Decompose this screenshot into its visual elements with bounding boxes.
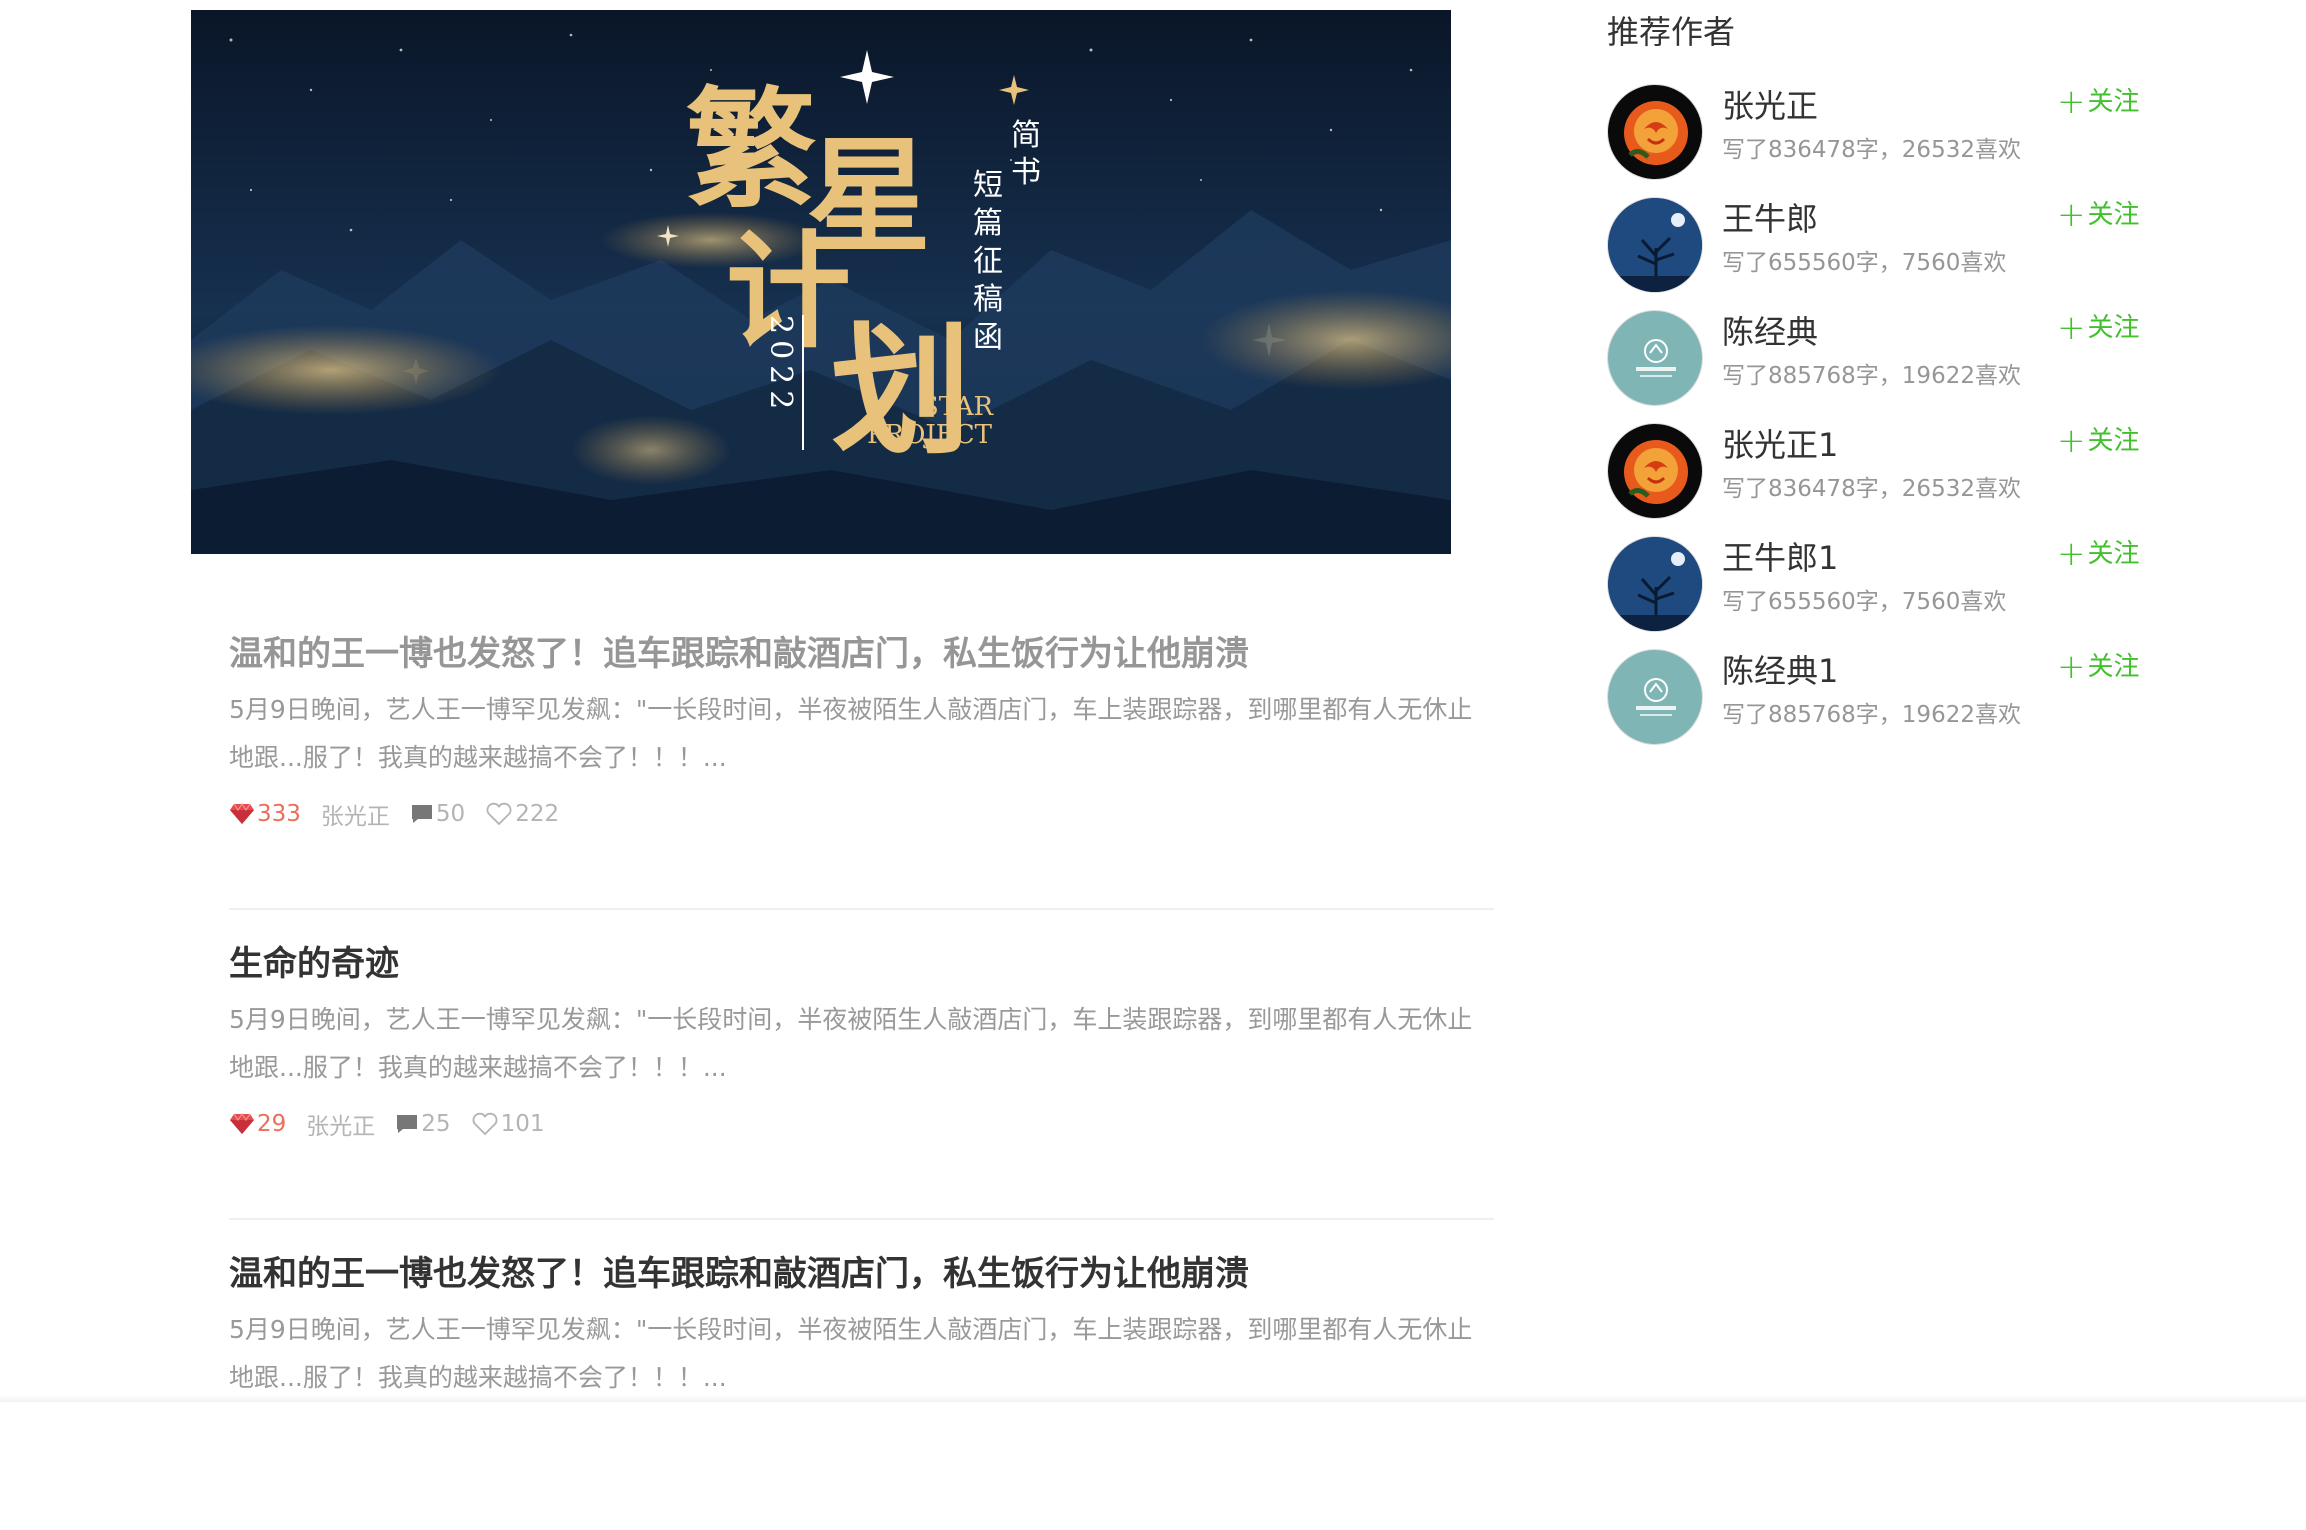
author-stats: 写了655560字，7560喜欢: [1722, 250, 2007, 276]
like-count: 222: [485, 801, 559, 827]
author-name[interactable]: 王牛郎: [1722, 197, 1818, 241]
follow-button[interactable]: + 关注: [2057, 310, 2140, 346]
plus-icon: +: [2057, 647, 2086, 687]
follow-button[interactable]: + 关注: [2057, 197, 2140, 233]
banner-english-2: PROJECT: [867, 420, 993, 450]
follow-button[interactable]: + 关注: [2057, 536, 2140, 572]
article-feed: 温和的王一博也发怒了！追车跟踪和敲酒店门，私生饭行为让他崩溃 5月9日晚间，艺人…: [229, 600, 1494, 1530]
banner-publisher-char-2: 书: [1011, 155, 1041, 190]
main-column: 繁 星 计 划 简 书 短 篇 征 稿 函 2022 STAR PROJECT: [191, 10, 1501, 554]
comment-count[interactable]: 50: [410, 801, 465, 827]
heart-icon: [472, 1112, 498, 1136]
author-stats: 写了836478字，26532喜欢: [1722, 137, 2021, 163]
author-stats: 写了655560字，7560喜欢: [1722, 589, 2007, 615]
comment-count[interactable]: 25: [395, 1111, 451, 1137]
diamond-value: 29: [257, 1111, 287, 1137]
banner-subtitle-char-2: 篇: [973, 206, 1003, 241]
article-abstract: 5月9日晚间，艺人王一博罕见发飙："一长段时间，半夜被陌生人敲酒店门，车上装跟踪…: [229, 1315, 1473, 1392]
avatar[interactable]: [1607, 649, 1703, 745]
author-stats: 写了885768字，19622喜欢: [1722, 702, 2021, 728]
plus-icon: +: [2057, 308, 2086, 348]
banner-subtitle-char-1: 短: [973, 168, 1003, 203]
avatar[interactable]: [1607, 310, 1703, 406]
banner-subtitle-char-4: 稿: [973, 282, 1003, 317]
author-name[interactable]: 陈经典: [1722, 310, 1818, 354]
article-title-link[interactable]: 温和的王一博也发怒了！追车跟踪和敲酒店门，私生饭行为让他崩溃: [229, 630, 1494, 678]
banner-subtitle-char-5: 函: [973, 320, 1003, 355]
follow-label: 关注: [2087, 539, 2140, 569]
plus-icon: +: [2057, 421, 2086, 461]
rose-avatar-icon: [1608, 424, 1702, 518]
article-abstract: 5月9日晚间，艺人王一博罕见发飙："一长段时间，半夜被陌生人敲酒店门，车上装跟踪…: [229, 1005, 1473, 1082]
author-item: 张光正 写了836478字，26532喜欢 + 关注: [1607, 84, 2147, 197]
diamond-icon: [230, 803, 254, 824]
article-title-link[interactable]: 生命的奇迹: [229, 940, 1494, 988]
plus-icon: +: [2057, 195, 2086, 235]
avatar[interactable]: [1607, 197, 1703, 293]
author-link[interactable]: 张光正: [321, 797, 390, 831]
author-item: 王牛郎 写了655560字，7560喜欢 + 关注: [1607, 197, 2147, 310]
author-name[interactable]: 张光正1: [1722, 423, 1838, 467]
diamond-count: 29: [229, 1111, 286, 1137]
comment-value: 50: [435, 801, 466, 827]
article-item: 生命的奇迹 5月9日晚间，艺人王一博罕见发飙："一长段时间，半夜被陌生人敲酒店门…: [229, 910, 1494, 1220]
article-abstract: 5月9日晚间，艺人王一博罕见发飙："一长段时间，半夜被陌生人敲酒店门，车上装跟踪…: [229, 695, 1473, 772]
follow-label: 关注: [2087, 313, 2140, 343]
banner-publisher-char-1: 简: [1011, 118, 1041, 153]
author-stats: 写了885768字，19622喜欢: [1722, 363, 2021, 389]
author-item: 陈经典 写了885768字，19622喜欢 + 关注: [1607, 310, 2147, 423]
like-value: 101: [500, 1111, 545, 1137]
diamond-value: 333: [257, 801, 301, 827]
plus-icon: +: [2057, 82, 2086, 122]
plus-icon: +: [2057, 534, 2086, 574]
author-name[interactable]: 张光正: [1722, 84, 1818, 128]
follow-label: 关注: [2087, 200, 2140, 230]
comment-value: 25: [421, 1111, 451, 1137]
comment-icon: [397, 1115, 418, 1133]
banner-english-1: STAR: [921, 392, 995, 422]
author-item: 陈经典1 写了885768字，19622喜欢 + 关注: [1607, 649, 2147, 762]
bottom-divider: [0, 1395, 2306, 1402]
comment-icon: [411, 805, 432, 823]
author-link[interactable]: 张光正: [306, 1107, 375, 1141]
follow-label: 关注: [2087, 87, 2140, 117]
avatar[interactable]: [1607, 423, 1703, 519]
article-meta: 333 张光正 50 222: [229, 796, 1494, 832]
author-list: 张光正 写了836478字，26532喜欢 + 关注 王牛郎 写了655560字，…: [1607, 84, 2147, 762]
article-item: 温和的王一博也发怒了！追车跟踪和敲酒店门，私生饭行为让他崩溃 5月9日晚间，艺人…: [229, 1220, 1494, 1530]
heart-icon: [486, 802, 512, 826]
avatar[interactable]: [1607, 536, 1703, 632]
article-title-link[interactable]: 温和的王一博也发怒了！追车跟踪和敲酒店门，私生饭行为让他崩溃: [229, 1250, 1494, 1298]
banner-year: 2022: [763, 315, 798, 415]
follow-label: 关注: [2087, 652, 2140, 682]
follow-button[interactable]: + 关注: [2057, 84, 2140, 120]
follow-button[interactable]: + 关注: [2057, 423, 2140, 459]
author-item: 张光正1 写了836478字，26532喜欢 + 关注: [1607, 423, 2147, 536]
rose-avatar-icon: [1608, 85, 1702, 179]
diamond-count: 333: [229, 801, 301, 827]
author-item: 王牛郎1 写了655560字，7560喜欢 + 关注: [1607, 536, 2147, 649]
avatar[interactable]: [1607, 84, 1703, 180]
recommended-authors: 推荐作者 张光正 写了836478字，26532喜欢 + 关注 王牛郎 写了65…: [1607, 0, 2147, 762]
follow-label: 关注: [2087, 426, 2140, 456]
article-item: 温和的王一博也发怒了！追车跟踪和敲酒店门，私生饭行为让他崩溃 5月9日晚间，艺人…: [229, 600, 1494, 910]
sidebar-title: 推荐作者: [1607, 13, 1736, 51]
banner-star-project[interactable]: 繁 星 计 划 简 书 短 篇 征 稿 函 2022 STAR PROJECT: [191, 10, 1451, 554]
banner-subtitle-char-3: 征: [973, 244, 1003, 279]
diamond-icon: [230, 1113, 254, 1134]
like-value: 222: [515, 801, 560, 827]
banner-title-char-1: 繁: [686, 73, 816, 226]
author-stats: 写了836478字，26532喜欢: [1722, 476, 2021, 502]
night-tree-avatar-icon: [1608, 537, 1702, 631]
teal-logo-avatar-icon: [1608, 650, 1702, 744]
author-name[interactable]: 陈经典1: [1722, 649, 1838, 693]
author-name[interactable]: 王牛郎1: [1722, 536, 1838, 580]
like-count: 101: [471, 1111, 545, 1137]
follow-button[interactable]: + 关注: [2057, 649, 2140, 685]
night-tree-avatar-icon: [1608, 198, 1702, 292]
article-meta: 29 张光正 25 101: [229, 1106, 1494, 1142]
banner-illustration: 繁 星 计 划 简 书 短 篇 征 稿 函 2022 STAR PROJECT: [191, 10, 1451, 554]
teal-logo-avatar-icon: [1608, 311, 1702, 405]
